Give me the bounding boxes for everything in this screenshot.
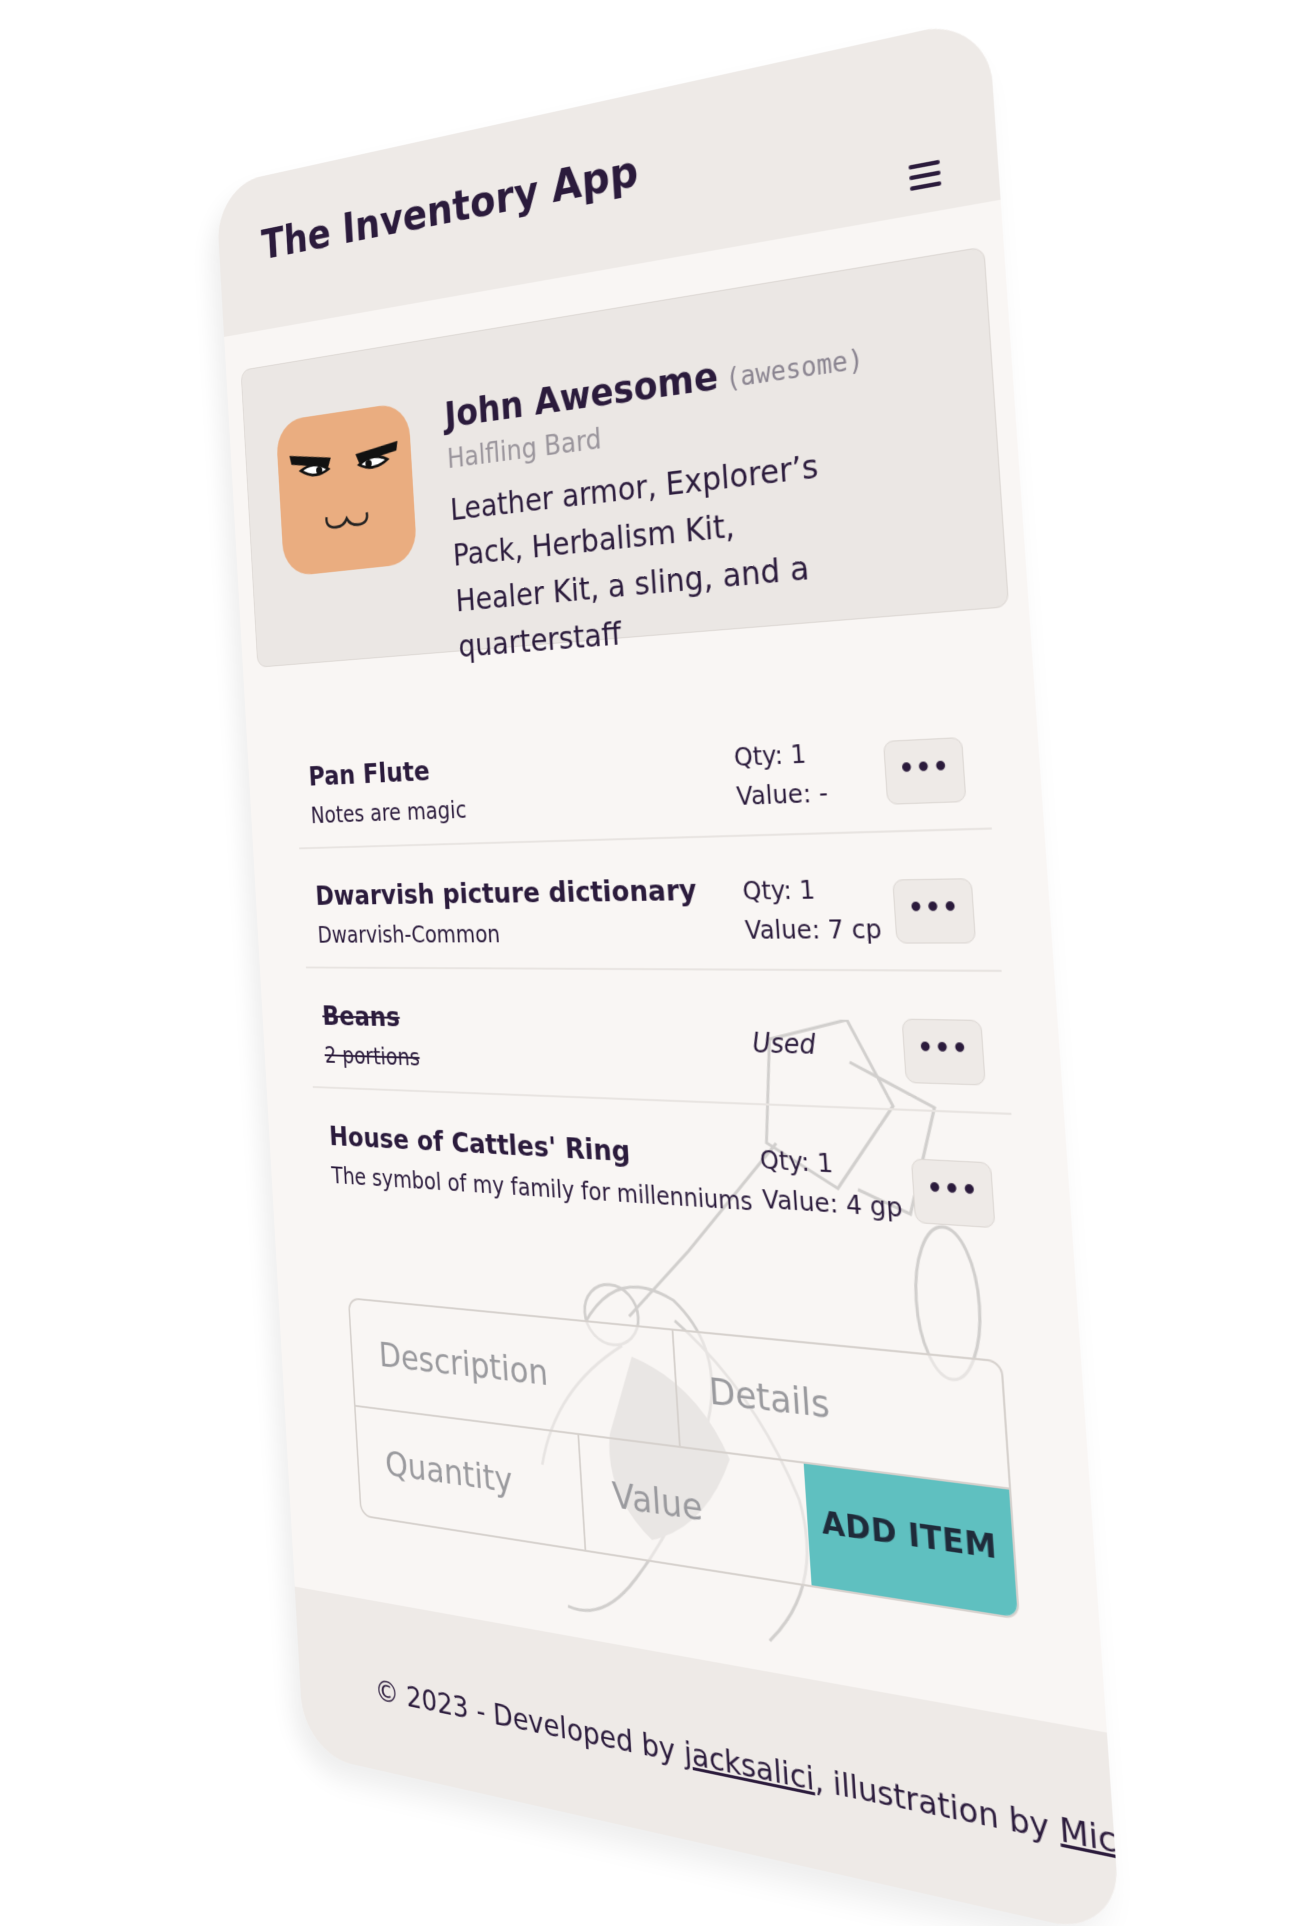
list-item: Dwarvish picture dictionary Dwarvish-Com…: [300, 847, 1002, 972]
item-status: Used: [751, 1029, 816, 1062]
character-name-text: John Awesome: [443, 353, 719, 436]
list-item: House of Cattles' Ring The symbol of my …: [314, 1103, 1021, 1257]
character-name: John Awesome (awesome): [443, 331, 864, 436]
more-options-button[interactable]: •••: [911, 1158, 996, 1228]
list-item: Pan Flute Notes are magic Qty: 1 Value: …: [293, 705, 992, 849]
item-name: Dwarvish picture dictionary: [315, 873, 698, 912]
illustrator-link[interactable]: Mich: [1058, 1811, 1121, 1867]
item-description: The symbol of my family for millenniums: [331, 1163, 753, 1217]
item-description: Notes are magic: [310, 797, 467, 829]
more-options-button[interactable]: •••: [892, 878, 976, 943]
more-options-button[interactable]: •••: [883, 737, 967, 805]
item-quantity: Qty: 1: [733, 739, 807, 772]
item-value: Value: 7 cp: [744, 914, 883, 945]
character-equipment: Leather armor, Explorer’s Pack, Herbalis…: [449, 440, 841, 670]
avatar: [275, 402, 417, 577]
hamburger-menu-icon[interactable]: [908, 154, 941, 192]
app-window: The Inventory App John Awesome(awesome): [216, 16, 1122, 1926]
item-description: 2 portions: [324, 1042, 420, 1071]
item-value: Value: -: [736, 777, 829, 811]
list-item: Beans 2 portions Used •••: [307, 983, 1012, 1115]
item-value: Value: 4 gp: [761, 1184, 903, 1223]
more-options-button[interactable]: •••: [902, 1019, 986, 1086]
footer-prefix: © 2023 - Developed by: [374, 1674, 685, 1772]
item-quantity: Qty: 1: [759, 1145, 834, 1179]
item-name: House of Cattles' Ring: [328, 1120, 631, 1168]
item-quantity: Qty: 1: [742, 875, 816, 906]
inventory-list: Pan Flute Notes are magic Qty: 1 Value: …: [293, 705, 1022, 1274]
stage: The Inventory App John Awesome(awesome): [0, 0, 1300, 1900]
item-name: Pan Flute: [308, 754, 431, 792]
item-description: Dwarvish-Common: [317, 921, 501, 948]
developer-link[interactable]: jacksalici: [683, 1736, 815, 1799]
character-handle: (awesome): [725, 344, 865, 395]
footer-middle: , illustration by: [813, 1762, 1061, 1851]
app-title: The Inventory App: [260, 146, 639, 270]
angry-face-icon: [275, 402, 417, 577]
item-name: Beans: [321, 1000, 400, 1033]
